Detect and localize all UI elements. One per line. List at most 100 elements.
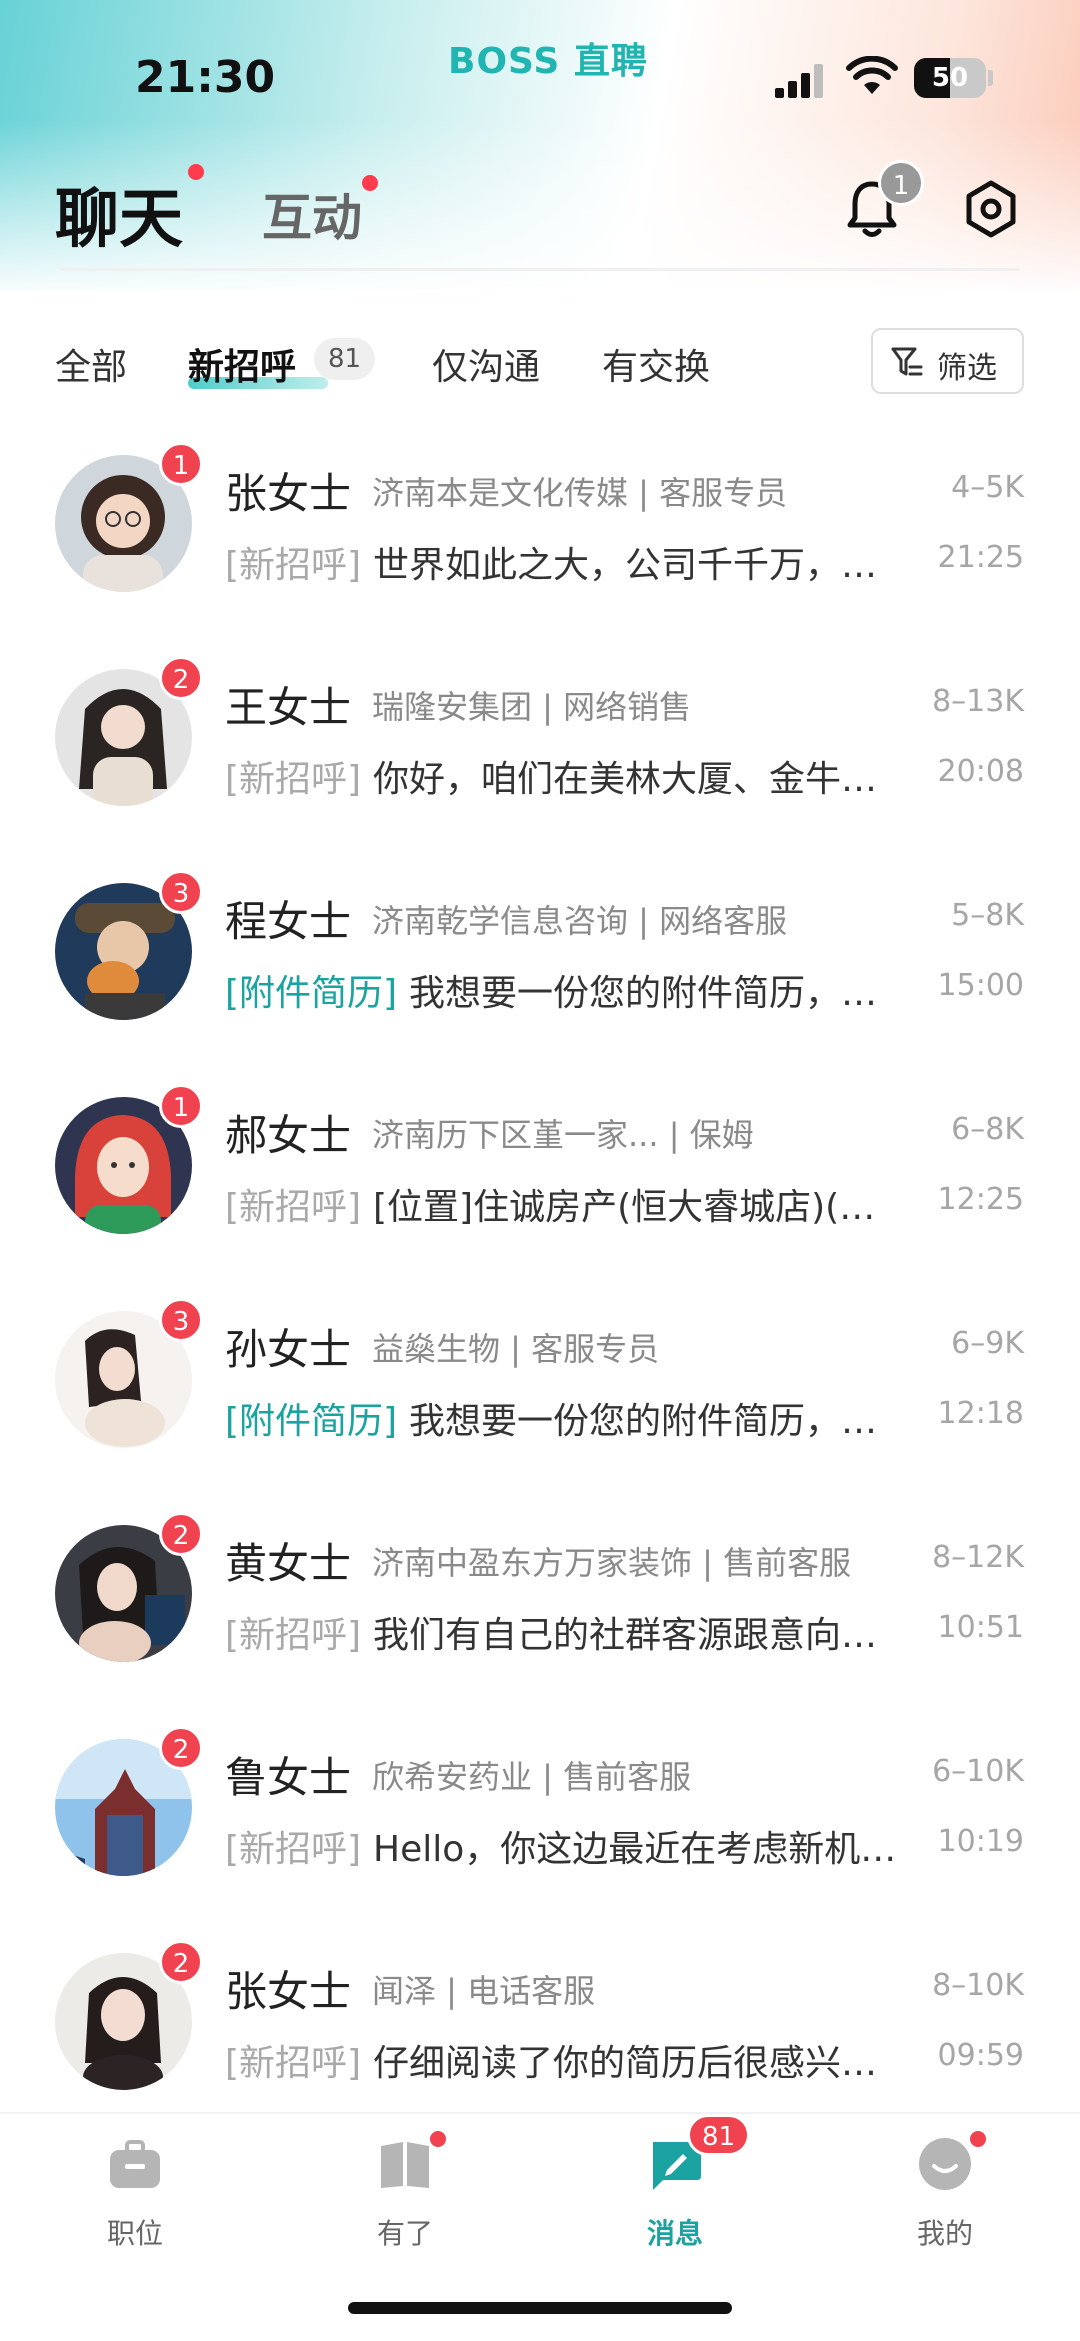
chat-item[interactable]: 2 黄女士 济南中盈东方万家装饰 | 售前客服 8–12K [新招呼] 我们有自… [0, 1510, 1080, 1724]
contact-name: 黄女士 [225, 1539, 352, 1588]
contact-name: 程女士 [225, 897, 352, 946]
page-title[interactable]: 聊天 [55, 168, 183, 260]
message-tag: [附件简历] [225, 1401, 398, 1442]
nav-label: 职位 [106, 2217, 163, 2250]
message-preview: 我们有自己的社群客源跟意向… [373, 1615, 878, 1656]
salary-range: 5–8K [951, 898, 1024, 933]
header-divider [60, 268, 1020, 271]
battery-tip [988, 70, 993, 86]
tab-exchanged[interactable]: 有交换 [602, 338, 710, 390]
settings-gear-icon[interactable] [962, 180, 1020, 238]
nav-label: 有了 [376, 2217, 433, 2250]
brand-logo: BOSS 直聘 [448, 41, 648, 82]
unread-badge: 3 [159, 1298, 203, 1342]
chat-item[interactable]: 2 王女士 瑞隆安集团 | 网络销售 8–13K [新招呼] 你好，咱们在美林大… [0, 654, 1080, 868]
unread-badge: 2 [159, 1726, 203, 1770]
message-tag: [新招呼] [225, 1829, 362, 1870]
chat-item[interactable]: 2 鲁女士 欣希安药业 | 售前客服 6–10K [新招呼] Hello，你这边… [0, 1724, 1080, 1938]
nav-label: 消息 [646, 2217, 703, 2250]
salary-range: 6–10K [932, 1754, 1024, 1789]
company-position: 欣希安药业 | 售前客服 [372, 1758, 692, 1796]
cellular-signal-icon [775, 60, 829, 98]
company-position: 济南中盈东方万家装饰 | 售前客服 [372, 1544, 852, 1582]
contact-name: 张女士 [225, 469, 352, 518]
nav-jobs[interactable]: 职位 [35, 2114, 235, 2264]
book-icon [381, 2142, 429, 2188]
message-preview: 仔细阅读了你的简历后很感兴… [373, 2043, 878, 2084]
message-time: 09:59 [937, 2038, 1024, 2073]
company-position: 济南乾学信息咨询 | 网络客服 [372, 902, 788, 940]
contact-name: 鲁女士 [225, 1753, 352, 1802]
message-time: 10:19 [937, 1824, 1024, 1859]
message-preview: 世界如此之大，公司千千万，… [373, 545, 878, 586]
tab-all[interactable]: 全部 [55, 338, 127, 390]
message-time: 15:00 [937, 968, 1024, 1003]
contact-name: 张女士 [225, 1967, 352, 2016]
salary-range: 4–5K [951, 470, 1024, 505]
message-preview: 我想要一份您的附件简历，… [409, 973, 878, 1014]
chat-item[interactable]: 3 孙女士 益燊生物 | 客服专员 6–9K [附件简历] 我想要一份您的附件简… [0, 1296, 1080, 1510]
contact-name: 郝女士 [225, 1111, 352, 1160]
message-time: 12:25 [937, 1182, 1024, 1217]
message-time: 10:51 [937, 1610, 1024, 1645]
chat-item[interactable]: 3 程女士 济南乾学信息咨询 | 网络客服 5–8K [附件简历] 我想要一份您… [0, 868, 1080, 1082]
unread-badge: 2 [159, 1512, 203, 1556]
company-position: 益燊生物 | 客服专员 [372, 1330, 660, 1368]
message-time: 21:25 [937, 540, 1024, 575]
chat-item[interactable]: 1 张女士 济南本是文化传媒 | 客服专员 4–5K [新招呼] 世界如此之大，… [0, 440, 1080, 654]
unread-badge: 3 [159, 870, 203, 914]
filter-tabs: 全部 新招呼 81 仅沟通 有交换 筛选 [0, 320, 1080, 405]
salary-range: 6–9K [951, 1326, 1024, 1361]
unread-badge: 1 [159, 1084, 203, 1128]
nav-youle[interactable]: 有了 [305, 2114, 505, 2264]
message-preview: Hello，你这边最近在考虑新机… [373, 1829, 897, 1870]
company-position: 济南历下区堇一家... | 保姆 [372, 1116, 754, 1154]
message-tag: [新招呼] [225, 759, 362, 800]
contact-name: 孙女士 [225, 1325, 352, 1374]
battery-percent: 50 [931, 63, 969, 93]
unread-badge: 1 [159, 442, 203, 486]
company-position: 闻泽 | 电话客服 [372, 1972, 596, 2010]
filter-label: 筛选 [937, 351, 997, 386]
company-position: 济南本是文化传媒 | 客服专员 [372, 474, 788, 512]
home-indicator[interactable] [348, 2302, 732, 2314]
salary-range: 6–8K [951, 1112, 1024, 1147]
unread-badge: 2 [159, 656, 203, 700]
status-bar: 21:30 BOSS 直聘 50 [0, 0, 1080, 150]
contact-name: 王女士 [225, 683, 352, 732]
company-position: 瑞隆安集团 | 网络销售 [372, 688, 692, 726]
messages-count-badge: 81 [687, 2114, 751, 2156]
message-tag: [新招呼] [225, 545, 362, 586]
salary-range: 8–10K [932, 1968, 1024, 2003]
nav-label: 我的 [916, 2217, 973, 2250]
message-time: 12:18 [937, 1396, 1024, 1431]
message-preview: 我想要一份您的附件简历，… [409, 1401, 878, 1442]
message-preview: [位置]住诚房产(恒大睿城店)(… [373, 1187, 876, 1228]
nav-mine[interactable]: 我的 [845, 2114, 1045, 2264]
tab-interactions[interactable]: 互动 [262, 178, 362, 250]
message-time: 20:08 [937, 754, 1024, 789]
message-preview: 你好，咱们在美林大厦、金牛… [373, 759, 878, 800]
message-tag: [新招呼] [225, 1187, 362, 1228]
battery-icon: 50 [914, 58, 986, 98]
message-tag: [附件简历] [225, 973, 398, 1014]
chat-item[interactable]: 1 郝女士 济南历下区堇一家... | 保姆 6–8K [新招呼] [位置]住诚… [0, 1082, 1080, 1296]
interactions-unread-dot [362, 175, 378, 191]
tab-only-chat[interactable]: 仅沟通 [432, 338, 540, 390]
title-unread-dot [188, 164, 204, 180]
message-tag: [新招呼] [225, 2043, 362, 2084]
nav-messages[interactable]: 81 消息 [575, 2114, 775, 2264]
notification-badge: 1 [878, 160, 924, 206]
briefcase-icon [110, 2140, 160, 2188]
filter-button[interactable]: 筛选 [871, 328, 1024, 394]
tab-new-greeting[interactable]: 新招呼 [188, 338, 296, 390]
nav-unread-dot [427, 2128, 449, 2150]
message-tag: [新招呼] [225, 1615, 362, 1656]
status-time: 21:30 [135, 52, 276, 103]
wifi-icon [846, 56, 898, 94]
salary-range: 8–12K [932, 1540, 1024, 1575]
salary-range: 8–13K [932, 684, 1024, 719]
unread-badge: 2 [159, 1940, 203, 1984]
smile-face-icon [919, 2138, 971, 2190]
filter-icon [891, 347, 923, 376]
